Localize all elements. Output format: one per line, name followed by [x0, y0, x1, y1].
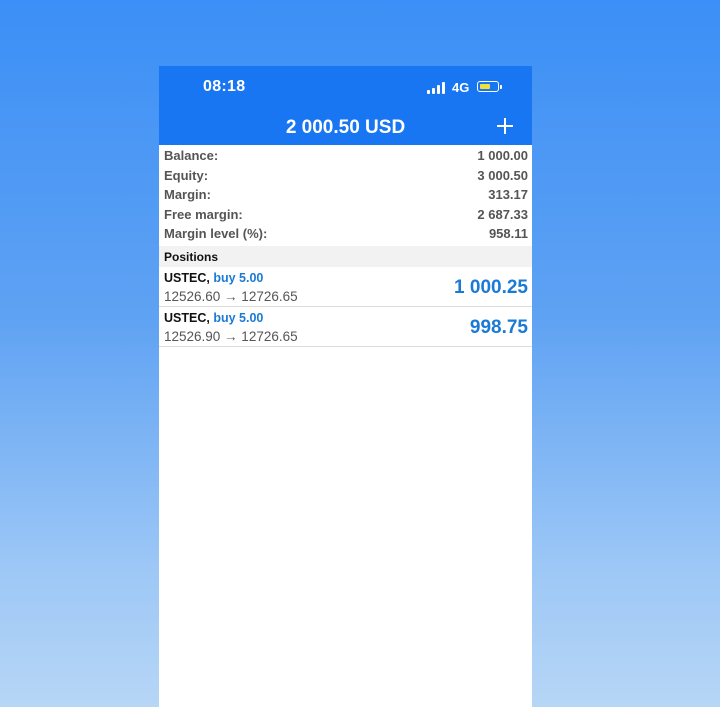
summary-value: 958.11 — [488, 226, 528, 241]
battery-icon — [477, 81, 502, 92]
network-label: 4G — [452, 80, 470, 95]
summary-row-margin-level: Margin level (%): 958.11 — [159, 224, 532, 244]
summary-row-margin: Margin: 313.17 — [159, 185, 532, 205]
status-bar: 08:18 4G — [159, 66, 532, 110]
position-profit: 998.75 — [469, 317, 528, 338]
summary-value: 1 000.00 — [477, 148, 528, 163]
position-symbol: USTEC, — [164, 271, 210, 285]
position-title: USTEC, buy 5.00 — [164, 311, 263, 325]
position-direction: buy 5.00 — [213, 311, 264, 325]
summary-row-free-margin: Free margin: 2 687.33 — [159, 205, 532, 225]
account-summary: Balance: 1 000.00 Equity: 3 000.50 Margi… — [159, 146, 532, 244]
summary-row-equity: Equity: 3 000.50 — [159, 166, 532, 186]
summary-label: Margin: — [164, 187, 211, 202]
summary-row-balance: Balance: 1 000.00 — [159, 146, 532, 166]
signal-icon — [427, 82, 447, 94]
position-symbol: USTEC, — [164, 311, 210, 325]
summary-label: Balance: — [164, 148, 219, 163]
status-time: 08:18 — [203, 78, 246, 95]
position-title: USTEC, buy 5.00 — [164, 271, 263, 285]
position-row[interactable]: USTEC, buy 5.00 12526.60 → 12726.65 1 00… — [159, 267, 532, 307]
positions-header-label: Positions — [164, 250, 219, 264]
title-bar: 2 000.50 USD — [159, 110, 532, 145]
plus-icon[interactable] — [495, 116, 515, 136]
positions-header: Positions — [159, 246, 532, 267]
position-profit: 1 000.25 — [454, 277, 528, 298]
summary-label: Equity: — [164, 167, 209, 183]
position-prices: 12526.60 → 12726.65 — [164, 289, 298, 304]
position-direction: buy 5.00 — [213, 271, 264, 285]
summary-label: Margin level (%): — [164, 226, 268, 241]
position-row[interactable]: USTEC, buy 5.00 12526.90 → 12726.65 998.… — [159, 307, 532, 347]
summary-value: 2 687.33 — [477, 206, 528, 222]
phone-screen: 08:18 4G 2 000.50 USD Balance: 1 000.00 … — [159, 66, 532, 707]
summary-value: 313.17 — [488, 187, 528, 202]
page-title: 2 000.50 USD — [285, 117, 406, 138]
summary-label: Free margin: — [164, 206, 243, 222]
summary-value: 3 000.50 — [477, 167, 528, 183]
position-prices: 12526.90 → 12726.65 — [164, 329, 298, 344]
